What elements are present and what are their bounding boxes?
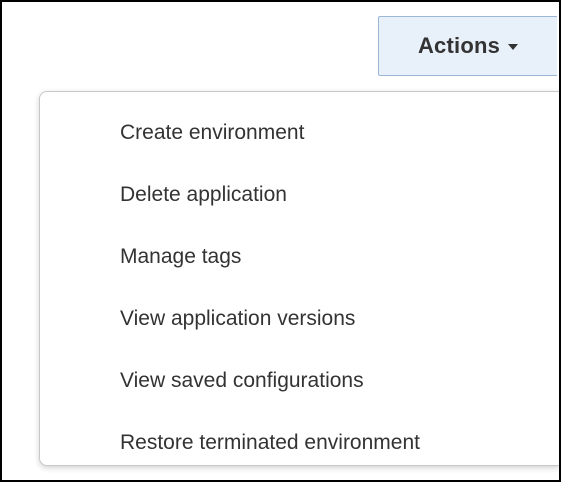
actions-dropdown-button[interactable]: Actions <box>378 16 557 76</box>
menu-item-label: View application versions <box>120 307 356 330</box>
menu-item-manage-tags[interactable]: Manage tags <box>40 234 559 296</box>
menu-item-label: View saved configurations <box>120 369 364 392</box>
caret-down-icon <box>508 44 519 50</box>
menu-item-delete-application[interactable]: Delete application <box>40 172 559 234</box>
menu-item-label: Restore terminated environment <box>120 431 420 454</box>
menu-item-view-application-versions[interactable]: View application versions <box>40 296 559 358</box>
menu-item-label: Delete application <box>120 183 287 206</box>
menu-item-label: Manage tags <box>120 245 242 268</box>
actions-button-label: Actions <box>417 33 501 58</box>
menu-list: Create environment Delete application Ma… <box>40 110 559 482</box>
menu-item-restore-terminated-environment[interactable]: Restore terminated environment <box>40 420 559 482</box>
menu-item-label: Create environment <box>120 121 305 144</box>
menu-item-view-saved-configurations[interactable]: View saved configurations <box>40 358 559 420</box>
actions-dropdown-menu: Create environment Delete application Ma… <box>39 91 559 466</box>
toolbar: Actions <box>2 2 559 90</box>
menu-item-create-environment[interactable]: Create environment <box>40 110 559 172</box>
screenshot-frame: Actions Create environment Delete applic… <box>0 0 561 482</box>
